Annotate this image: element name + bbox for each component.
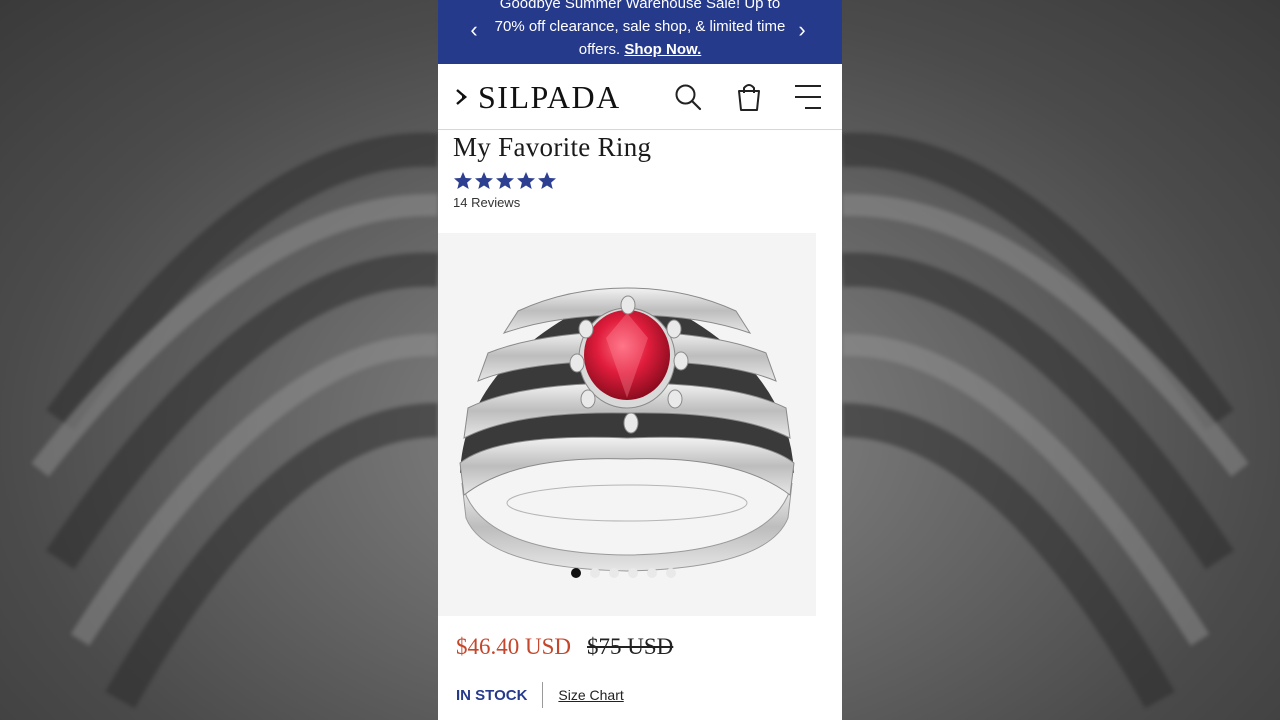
promo-banner: ‹ Goodbye Summer Warehouse Sale! Up to 7… bbox=[438, 0, 842, 64]
promo-line-2: 70% off clearance, sale shop, & limited … bbox=[494, 18, 786, 35]
gallery-pagination bbox=[571, 568, 676, 578]
star-icon bbox=[517, 172, 535, 189]
stock-row: IN STOCK Size Chart bbox=[456, 682, 624, 708]
gallery-dot[interactable] bbox=[628, 568, 638, 578]
star-icon bbox=[454, 172, 472, 189]
star-rating[interactable] bbox=[453, 171, 557, 191]
original-price: $75 USD bbox=[587, 634, 674, 659]
search-icon[interactable] bbox=[673, 82, 703, 112]
phone-viewport: ‹ Goodbye Summer Warehouse Sale! Up to 7… bbox=[438, 0, 842, 720]
shop-now-link[interactable]: Shop Now. bbox=[624, 41, 701, 58]
star-icon bbox=[475, 172, 493, 189]
logo-mark-icon bbox=[456, 89, 467, 105]
gallery-dot[interactable] bbox=[590, 568, 600, 578]
product-image-gallery[interactable] bbox=[438, 233, 816, 616]
gallery-dot[interactable] bbox=[571, 568, 581, 578]
chevron-left-icon[interactable]: ‹ bbox=[466, 18, 482, 42]
ring-image bbox=[459, 287, 795, 572]
promo-line-1: Goodbye Summer Warehouse Sale! Up to bbox=[499, 0, 781, 12]
gallery-dot[interactable] bbox=[609, 568, 619, 578]
price-row: $46.40 USD $75 USD bbox=[456, 634, 673, 660]
sale-price: $46.40 USD bbox=[456, 634, 572, 659]
reviews-link[interactable]: 14 Reviews bbox=[453, 195, 520, 210]
chevron-right-icon[interactable]: › bbox=[794, 18, 810, 42]
logo-text: SILPADA bbox=[478, 79, 621, 115]
product-title: My Favorite Ring bbox=[453, 132, 652, 162]
promo-text: Goodbye Summer Warehouse Sale! Up to 70%… bbox=[490, 0, 790, 61]
silpada-logo[interactable]: SILPADA bbox=[456, 80, 621, 114]
shopping-bag-icon[interactable] bbox=[734, 82, 764, 112]
star-icon bbox=[496, 172, 514, 189]
star-icon bbox=[538, 172, 556, 189]
gallery-dot[interactable] bbox=[666, 568, 676, 578]
size-chart-link[interactable]: Size Chart bbox=[558, 687, 623, 703]
site-header: SILPADA bbox=[438, 64, 842, 130]
menu-icon[interactable] bbox=[793, 82, 823, 112]
stock-status: IN STOCK bbox=[456, 686, 528, 704]
promo-line-3: offers. bbox=[578, 41, 621, 58]
divider bbox=[542, 682, 544, 708]
gallery-dot[interactable] bbox=[647, 568, 657, 578]
